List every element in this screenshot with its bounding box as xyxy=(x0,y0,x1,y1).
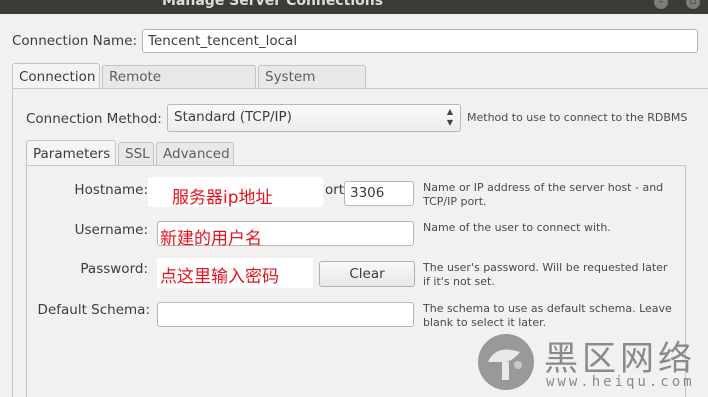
connection-method-value: Standard (TCP/IP) xyxy=(174,109,292,125)
port-input[interactable]: 3306 xyxy=(344,181,414,206)
connection-method-help: Method to use to connect to the RDBMS xyxy=(467,111,688,124)
clear-password-button[interactable]: Clear xyxy=(319,261,415,287)
watermark: 黑区网络 www.heiqu.com xyxy=(476,328,708,397)
watermark-logo-icon xyxy=(478,334,534,390)
connection-name-input[interactable]: Tencent_tencent_local xyxy=(142,29,698,53)
tab-ssl[interactable]: SSL xyxy=(118,142,154,165)
default-schema-help: The schema to use as default schema. Lea… xyxy=(423,302,672,329)
connection-method-label: Connection Method: xyxy=(26,111,162,127)
window-title: Manage Server Connections xyxy=(162,0,384,9)
hostname-help: Name or IP address of the server host - … xyxy=(423,181,664,208)
minimize-icon[interactable]: – xyxy=(654,0,668,9)
hostname-label: Hostname: xyxy=(74,182,148,198)
maximize-icon[interactable]: ▫ xyxy=(686,0,700,9)
watermark-title: 黑区网络 xyxy=(544,339,696,379)
connection-method-select[interactable]: Standard (TCP/IP) ▲ ▼ xyxy=(167,104,461,132)
tab-connection[interactable]: Connection xyxy=(12,63,100,89)
username-label: Username: xyxy=(74,222,148,238)
username-help: Name of the user to connect with. xyxy=(423,221,611,234)
watermark-url: www.heiqu.com xyxy=(546,374,695,390)
connection-name-label: Connection Name: xyxy=(12,33,138,49)
tab-parameters[interactable]: Parameters xyxy=(26,140,116,166)
password-help: The user's password. Will be requested l… xyxy=(423,261,668,288)
tab-advanced[interactable]: Advanced xyxy=(156,142,234,165)
title-bar: Manage Server Connections – ▫ xyxy=(0,0,708,14)
password-annotation: 点这里输入密码 xyxy=(160,267,279,287)
hostname-annotation: 服务器ip地址 xyxy=(172,188,273,208)
password-label: Password: xyxy=(80,261,148,277)
updown-arrows-icon: ▲ ▼ xyxy=(446,107,453,127)
username-annotation: 新建的用户名 xyxy=(160,229,262,249)
default-schema-input[interactable] xyxy=(157,302,414,327)
default-schema-label: Default Schema: xyxy=(37,302,150,318)
